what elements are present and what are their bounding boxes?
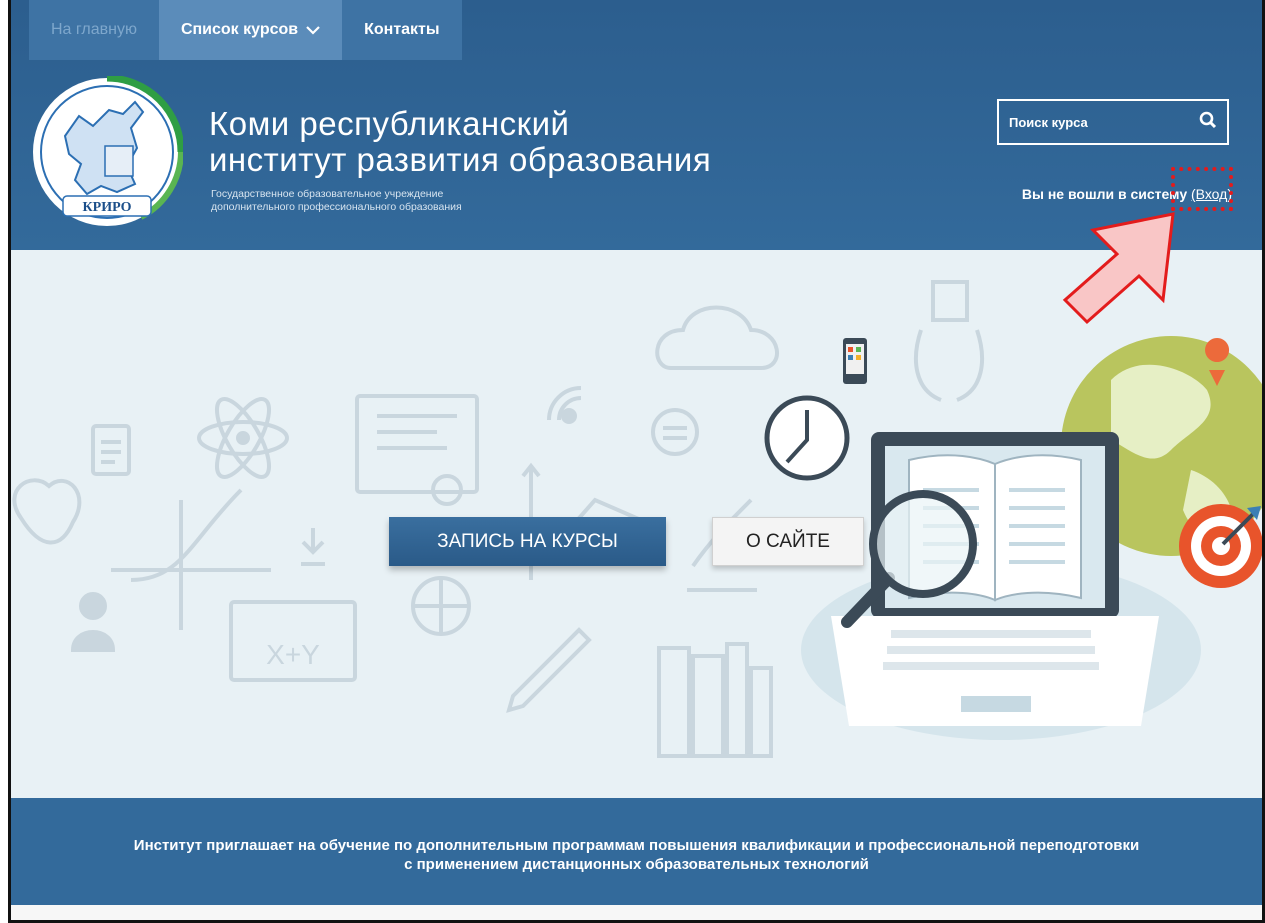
search-input[interactable] <box>999 101 1189 143</box>
course-search <box>997 99 1229 145</box>
kriro-logo[interactable]: КРИРО <box>31 74 185 228</box>
chalkboard-text: X+Y <box>266 639 320 670</box>
certificate-icon <box>355 394 479 494</box>
books-icon <box>657 642 773 758</box>
graph-axes-icon <box>111 500 271 630</box>
nav-contacts[interactable]: Контакты <box>342 0 462 60</box>
annotation-arrow-overlay <box>1062 212 1175 325</box>
enroll-button[interactable]: ЗАПИСЬ НА КУРСЫ <box>389 517 666 566</box>
target-icon <box>1179 504 1262 588</box>
site-subtitle-line1: Государственное образовательное учрежден… <box>211 188 444 200</box>
download-icon <box>301 528 325 566</box>
top-nav: На главную Список курсов Контакты <box>29 0 462 60</box>
site-subtitle: Государственное образовательное учрежден… <box>211 188 462 214</box>
nav-home[interactable]: На главную <box>29 0 159 60</box>
hero-section: X+Y ЗАПИСЬ НА КУРСЫ О САЙТЕ <box>11 250 1262 798</box>
red-arrow-icon <box>1062 212 1175 325</box>
hands-book-icon <box>913 280 985 402</box>
login-status-text: Вы не вошли в систему <box>1021 186 1188 202</box>
nav-courses[interactable]: Список курсов <box>158 0 343 60</box>
banner-line2: с применением дистанционных образователь… <box>404 856 869 873</box>
pencil-icon <box>506 627 592 713</box>
logo-text: КРИРО <box>83 200 132 215</box>
atom-icon <box>197 397 289 479</box>
nav-home-label: На главную <box>51 21 137 38</box>
about-site-button[interactable]: О САЙТЕ <box>712 517 864 566</box>
banner-line1: Институт приглашает на обучение по допол… <box>133 837 1140 854</box>
search-icon <box>1199 111 1217 134</box>
smartphone-icon <box>843 338 867 384</box>
cloud-icon <box>655 305 779 370</box>
chat-icon <box>651 408 699 456</box>
info-banner: Институт приглашает на обучение по допол… <box>11 798 1262 905</box>
bottom-strip <box>11 905 1262 920</box>
clock-icon <box>764 395 850 481</box>
wifi-icon <box>547 386 582 424</box>
apple-icon <box>12 478 82 545</box>
nav-courses-label: Список курсов <box>180 21 299 38</box>
chevron-down-icon <box>306 22 320 38</box>
site-title: Коми республиканский институт развития о… <box>209 106 711 178</box>
site-title-line1: Коми республиканский <box>209 105 570 142</box>
search-button[interactable] <box>1189 101 1227 143</box>
site-subtitle-line2: дополнительного профессионального образо… <box>211 201 462 213</box>
person-icon <box>79 592 107 620</box>
nav-contacts-label: Контакты <box>364 21 440 38</box>
annotation-highlight-box <box>1171 167 1233 211</box>
page-frame: На главную Список курсов Контакты КРИРО … <box>8 0 1265 923</box>
site-title-line2: институт развития образования <box>209 141 712 178</box>
